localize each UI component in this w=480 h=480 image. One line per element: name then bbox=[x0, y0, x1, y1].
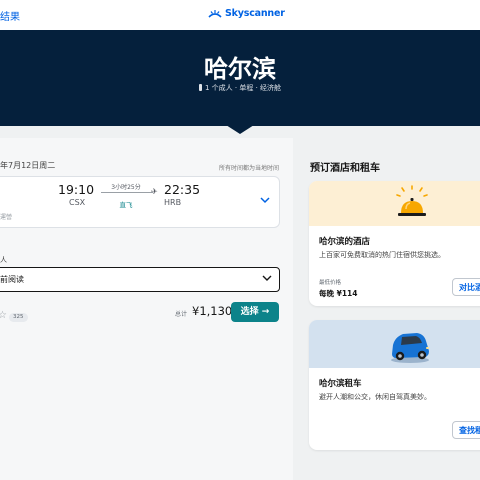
chevron-down-icon[interactable] bbox=[260, 196, 270, 204]
page-title: 哈尔滨 bbox=[204, 55, 276, 83]
hotel-card-description: 上百家可免费取消的热门住宿供您挑选。 bbox=[319, 251, 445, 259]
star-icon: ☆ bbox=[0, 310, 7, 321]
car-hire-card-description: 避开人潮和公交，休闲自驾真美妙。 bbox=[319, 393, 431, 401]
service-bell-icon bbox=[396, 185, 428, 216]
dropdown-chevron-icon[interactable] bbox=[262, 275, 272, 282]
flight-duration: 3小时25分 bbox=[111, 184, 141, 191]
depart-time: 19:10 bbox=[58, 182, 95, 197]
flight-date: 年7月12日周二 bbox=[0, 161, 56, 170]
fare-select-value: 前阅读 bbox=[0, 275, 24, 284]
brand-logo[interactable]: Skyscanner bbox=[208, 8, 285, 19]
find-car-hire-button[interactable]: 查找租 bbox=[452, 421, 480, 439]
lowest-price-label: 最低价格 bbox=[319, 280, 342, 286]
hotel-card-title: 哈尔滨的酒店 bbox=[319, 237, 371, 247]
compare-hotels-button[interactable]: 对比酒 bbox=[452, 278, 480, 296]
brand-name: Skyscanner bbox=[225, 8, 285, 19]
lowest-price: 每晚 ¥114 bbox=[319, 289, 358, 298]
hero-notch bbox=[226, 125, 254, 134]
trip-summary-text: 1 个成人 · 单程 · 经济舱 bbox=[204, 84, 282, 92]
rating-count-badge: 325 bbox=[9, 313, 28, 322]
trip-summary: 1 个成人 · 单程 · 经济舱 bbox=[0, 83, 480, 93]
plane-icon: ✈ bbox=[151, 187, 158, 196]
car-hire-card[interactable]: 哈尔滨租车 避开人潮和公交，休闲自驾真美妙。 查找租 bbox=[309, 320, 480, 450]
fare-select[interactable] bbox=[0, 267, 280, 292]
sidebar-title: 预订酒店和租车 bbox=[310, 163, 380, 174]
total-price: ¥1,130 bbox=[192, 304, 233, 318]
traveller-icon bbox=[198, 84, 202, 91]
hotel-card[interactable]: 哈尔滨的酒店 上百家可免费取消的热门住宿供您挑选。 最低价格 每晚 ¥114 对… bbox=[309, 181, 480, 306]
select-flight-button[interactable]: 选择 → bbox=[231, 302, 279, 322]
stops-label: 直飞 bbox=[119, 201, 133, 209]
car-icon bbox=[391, 333, 429, 363]
total-label: 总计 bbox=[175, 311, 188, 318]
sunrise-icon bbox=[208, 10, 222, 18]
local-time-note: 所有时间都为当地时间 bbox=[218, 165, 279, 172]
route-line bbox=[101, 192, 153, 193]
car-hire-card-title: 哈尔滨租车 bbox=[319, 379, 362, 389]
arrive-time: 22:35 bbox=[164, 182, 201, 197]
passenger-label: 人 bbox=[0, 256, 7, 264]
arrive-airport-code: HRB bbox=[164, 198, 182, 207]
back-to-results-link[interactable]: 结果 bbox=[0, 8, 20, 23]
operator-label: 運營 bbox=[0, 214, 13, 221]
depart-airport-code: CSX bbox=[69, 198, 86, 207]
